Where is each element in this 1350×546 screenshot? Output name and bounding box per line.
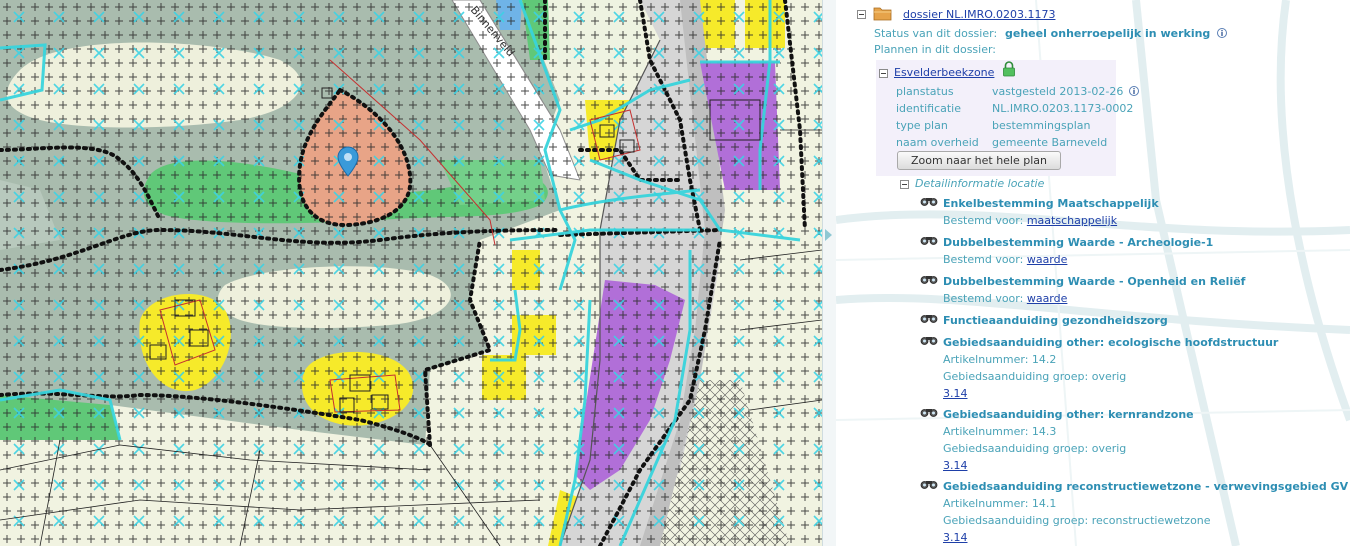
field-label-type-plan: type plan	[896, 119, 948, 132]
binoculars-icon	[920, 409, 938, 417]
detail-item-sub: Gebiedsaanduiding groep: reconstructiewe…	[943, 514, 1211, 527]
detail-item-sub-label: Bestemd voor:	[943, 214, 1027, 227]
detail-item-link[interactable]: waarde	[1027, 292, 1068, 305]
detail-item-sub: Artikelnummer: 14.1	[943, 497, 1057, 510]
dossier-status-value: geheel onherroepelijk in werking	[1005, 27, 1211, 40]
plans-label: Plannen in dit dossier:	[874, 43, 997, 56]
info-icon[interactable]	[1217, 28, 1227, 39]
map-canvas[interactable]: Binnenveld	[0, 0, 822, 546]
collapse-panel-icon[interactable]	[825, 229, 832, 241]
detail-item-title: Gebiedsaanduiding other: ecologische hoo…	[943, 336, 1279, 349]
detail-item-link[interactable]: 3.14	[943, 387, 968, 401]
dossier-link[interactable]: dossier NL.IMRO.0203.1173	[903, 8, 1055, 22]
binoculars-icon	[920, 276, 938, 284]
detail-item-link[interactable]: waarde	[1027, 253, 1068, 266]
field-value-planstatus: vastgesteld 2013-02-26	[992, 85, 1124, 98]
plan-collapse-toggle[interactable]	[879, 69, 888, 78]
detail-item-title: Gebiedsaanduiding other: kernrandzone	[943, 408, 1194, 421]
detail-title: Detailinformatie locatie	[915, 177, 1045, 190]
binoculars-icon	[920, 315, 938, 323]
detail-item-sub: Gebiedsaanduiding groep: overig	[943, 370, 1127, 383]
field-label-identificatie: identificatie	[896, 102, 962, 115]
folder-icon	[873, 7, 892, 21]
detail-item-sub: Bestemd voor: maatschappelijk	[943, 214, 1117, 228]
map-view[interactable]: Binnenveld	[0, 0, 822, 546]
dossier-collapse-toggle[interactable]	[857, 10, 866, 19]
plan-link[interactable]: Esvelderbeekzone	[894, 66, 994, 80]
dossier-status-label: Status van dit dossier:	[874, 27, 998, 40]
detail-item-link[interactable]: 3.14	[943, 459, 968, 473]
detail-collapse-toggle[interactable]	[900, 180, 909, 189]
detail-item-sub-label: Bestemd voor:	[943, 292, 1027, 305]
panel-divider[interactable]	[822, 0, 837, 546]
field-label-naam-overheid: naam overheid	[896, 136, 979, 149]
field-value-type-plan: bestemmingsplan	[992, 119, 1091, 132]
binoculars-icon	[920, 198, 938, 206]
info-panel: dossier NL.IMRO.0203.1173 Status van dit…	[836, 0, 1350, 546]
detail-item-sub: Bestemd voor: waarde	[943, 253, 1067, 267]
detail-item-title: Dubbelbestemming Waarde - Openheid en Re…	[943, 275, 1246, 288]
field-value-naam-overheid: gemeente Barneveld	[992, 136, 1108, 149]
detail-item-sub: Bestemd voor: waarde	[943, 292, 1067, 306]
lock-icon	[1003, 61, 1015, 77]
detail-item-sub: Gebiedsaanduiding groep: overig	[943, 442, 1127, 455]
detail-item-link[interactable]: maatschappelijk	[1027, 214, 1117, 227]
detail-item-sub-label: Bestemd voor:	[943, 253, 1027, 266]
detail-item-title: Gebiedsaanduiding reconstructiewetzone -…	[943, 480, 1349, 493]
zoom-to-plan-button[interactable]: Zoom naar het hele plan	[897, 151, 1061, 170]
detail-item-sub: Artikelnummer: 14.3	[943, 425, 1057, 438]
binoculars-icon	[920, 237, 938, 245]
binoculars-icon	[920, 481, 938, 489]
field-label-planstatus: planstatus	[896, 85, 954, 98]
detail-item-title: Functieaanduiding gezondheidszorg	[943, 314, 1168, 327]
planstatus-info-icon[interactable]	[1129, 86, 1139, 97]
detail-item-link[interactable]: 3.14	[943, 531, 968, 545]
field-value-identificatie: NL.IMRO.0203.1173-0002	[992, 102, 1134, 115]
binoculars-icon	[920, 337, 938, 345]
detail-item-title: Dubbelbestemming Waarde - Archeologie-1	[943, 236, 1214, 249]
detail-item-sub: Artikelnummer: 14.2	[943, 353, 1057, 366]
detail-item-title: Enkelbestemming Maatschappelijk	[943, 197, 1159, 210]
